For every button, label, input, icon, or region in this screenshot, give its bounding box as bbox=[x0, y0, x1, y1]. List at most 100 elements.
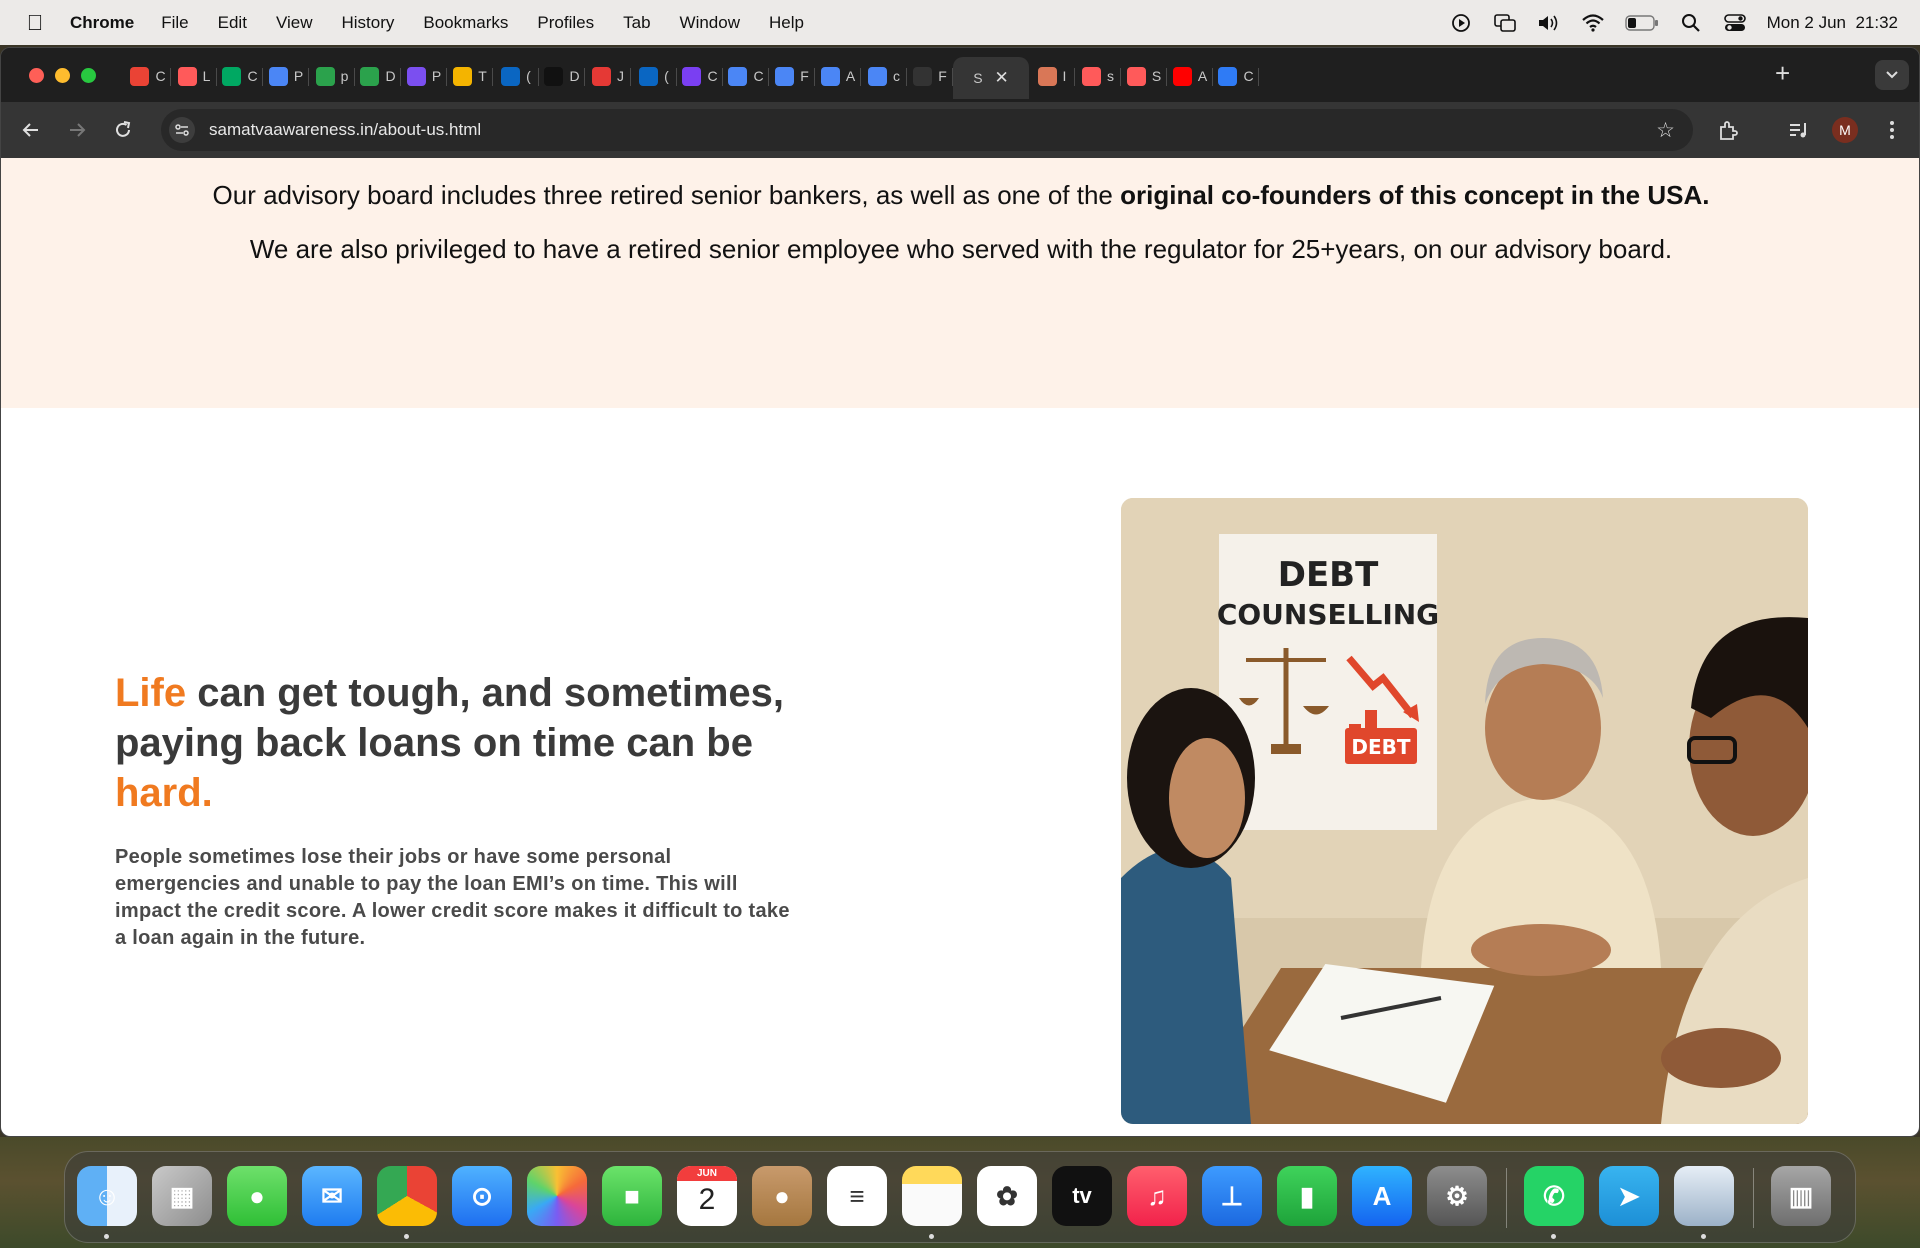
browser-tab[interactable]: J bbox=[585, 57, 631, 95]
browser-tab[interactable]: C bbox=[677, 57, 723, 95]
dock-running-indicator bbox=[929, 1234, 934, 1239]
music-icon[interactable]: ♫ bbox=[1127, 1166, 1187, 1226]
profile-avatar[interactable]: M bbox=[1832, 117, 1858, 143]
screen-mirroring-icon[interactable] bbox=[1493, 13, 1517, 33]
dock: ☺ ▦ ● ✉ ⊙ ■ JUN 2 ● ≡ ✿ tv ♫ ⊥ ▮ A ⚙ ✆ ➤ ▥ bbox=[64, 1151, 1856, 1243]
tab-title: C bbox=[753, 68, 764, 84]
poster-title-line2: COUNSELLING bbox=[1217, 598, 1439, 631]
close-tab-icon[interactable]: ✕ bbox=[995, 68, 1009, 88]
minimize-window-button[interactable] bbox=[55, 68, 70, 83]
close-window-button[interactable] bbox=[29, 68, 44, 83]
app-store-icon[interactable]: A bbox=[1352, 1166, 1412, 1226]
spotlight-search-icon[interactable] bbox=[1679, 13, 1703, 33]
messages-icon[interactable]: ● bbox=[227, 1166, 287, 1226]
media-control-icon[interactable] bbox=[1785, 117, 1811, 143]
browser-tab[interactable]: L bbox=[171, 57, 217, 95]
menubar-clock[interactable]: Mon 2 Jun 21:32 bbox=[1767, 13, 1898, 33]
chatgpt-icon[interactable]: ✿ bbox=[977, 1166, 1037, 1226]
site-info-icon[interactable] bbox=[169, 117, 195, 143]
slack-like-icon bbox=[682, 66, 702, 86]
browser-tab[interactable]: F bbox=[769, 57, 815, 95]
menu-profiles[interactable]: Profiles bbox=[537, 13, 594, 33]
menu-view[interactable]: View bbox=[276, 13, 313, 33]
browser-tab[interactable]: I bbox=[1029, 57, 1075, 95]
browser-tab[interactable]: ( bbox=[493, 57, 539, 95]
browser-tab[interactable]: P bbox=[263, 57, 309, 95]
chrome-icon[interactable] bbox=[377, 1166, 437, 1226]
browser-tab[interactable]: A bbox=[815, 57, 861, 95]
reload-button[interactable] bbox=[109, 116, 137, 144]
bookmark-star-icon[interactable]: ☆ bbox=[1656, 118, 1675, 143]
forward-button[interactable] bbox=[63, 116, 91, 144]
dock-running-indicator bbox=[1701, 1234, 1706, 1239]
menu-bookmarks[interactable]: Bookmarks bbox=[423, 13, 508, 33]
system-settings-icon[interactable]: ⚙ bbox=[1427, 1166, 1487, 1226]
advisory-paragraph-2: We are also privileged to have a retired… bbox=[249, 234, 1673, 264]
shape-logo-icon bbox=[1126, 66, 1146, 86]
telegram-icon[interactable]: ➤ bbox=[1599, 1166, 1659, 1226]
browser-tab[interactable]: ( bbox=[631, 57, 677, 95]
google-slides-icon bbox=[453, 66, 473, 86]
browser-tab[interactable]: P bbox=[401, 57, 447, 95]
notes-icon[interactable] bbox=[902, 1166, 962, 1226]
reminders-icon[interactable]: ≡ bbox=[827, 1166, 887, 1226]
browser-tab[interactable]: C bbox=[217, 57, 263, 95]
arrow-logo-icon bbox=[406, 66, 426, 86]
browser-tab[interactable]: p bbox=[309, 57, 355, 95]
google-docs-icon bbox=[775, 66, 795, 86]
battery-icon[interactable] bbox=[1624, 13, 1659, 33]
finder-icon[interactable]: ☺ bbox=[77, 1166, 137, 1226]
contacts-icon[interactable]: ● bbox=[752, 1166, 812, 1226]
menu-app-name[interactable]: Chrome bbox=[70, 13, 134, 33]
numbers-icon[interactable]: ▮ bbox=[1277, 1166, 1337, 1226]
extensions-icon[interactable] bbox=[1715, 117, 1741, 143]
volume-icon[interactable] bbox=[1537, 13, 1561, 33]
browser-tab[interactable]: S ✕ bbox=[953, 57, 1029, 99]
browser-tab[interactable]: T bbox=[447, 57, 493, 95]
arrow-right-icon bbox=[70, 123, 86, 137]
browser-tab[interactable]: C bbox=[1213, 57, 1259, 95]
browser-tab[interactable]: c bbox=[861, 57, 907, 95]
preview-icon[interactable] bbox=[1674, 1166, 1734, 1226]
tab-title: S bbox=[1151, 68, 1162, 84]
screen-recording-icon[interactable] bbox=[1449, 13, 1473, 33]
poster-debt-badge: DEBT bbox=[1351, 735, 1411, 759]
hero-paragraph: People sometimes lose their jobs or have… bbox=[115, 846, 790, 949]
browser-menu-icon[interactable] bbox=[1879, 117, 1905, 143]
new-tab-button[interactable]: + bbox=[1775, 60, 1790, 86]
facetime-icon[interactable]: ■ bbox=[602, 1166, 662, 1226]
tab-title: J bbox=[617, 68, 624, 84]
browser-tab[interactable]: C bbox=[723, 57, 769, 95]
menu-window[interactable]: Window bbox=[680, 13, 740, 33]
wifi-icon[interactable] bbox=[1581, 13, 1605, 33]
browser-tab[interactable]: C bbox=[125, 57, 171, 95]
zoom-window-button[interactable] bbox=[81, 68, 96, 83]
menu-help[interactable]: Help bbox=[769, 13, 804, 33]
url-text[interactable]: samatvaawareness.in/about-us.html bbox=[209, 120, 481, 140]
launchpad-icon[interactable]: ▦ bbox=[152, 1166, 212, 1226]
menu-edit[interactable]: Edit bbox=[218, 13, 247, 33]
whatsapp-icon[interactable]: ✆ bbox=[1524, 1166, 1584, 1226]
trash-icon[interactable]: ▥ bbox=[1771, 1166, 1831, 1226]
browser-tab[interactable]: S bbox=[1121, 57, 1167, 95]
address-bar[interactable]: samatvaawareness.in/about-us.html ☆ bbox=[161, 109, 1693, 151]
tab-title: C bbox=[707, 68, 718, 84]
menu-tab[interactable]: Tab bbox=[623, 13, 650, 33]
apple-tv-icon[interactable]: tv bbox=[1052, 1166, 1112, 1226]
control-center-icon[interactable] bbox=[1723, 13, 1747, 33]
browser-tab[interactable]: s bbox=[1075, 57, 1121, 95]
photos-icon[interactable] bbox=[527, 1166, 587, 1226]
browser-tab[interactable]: F bbox=[907, 57, 953, 95]
menu-file[interactable]: File bbox=[161, 13, 188, 33]
apple-menu-icon[interactable]:  bbox=[0, 10, 70, 36]
tab-search-button[interactable] bbox=[1875, 60, 1909, 90]
safari-icon[interactable]: ⊙ bbox=[452, 1166, 512, 1226]
back-button[interactable] bbox=[17, 116, 45, 144]
keynote-icon[interactable]: ⊥ bbox=[1202, 1166, 1262, 1226]
calendar-icon[interactable]: JUN 2 bbox=[677, 1166, 737, 1226]
browser-tab[interactable]: D bbox=[539, 57, 585, 95]
mail-icon[interactable]: ✉ bbox=[302, 1166, 362, 1226]
browser-tab[interactable]: A bbox=[1167, 57, 1213, 95]
browser-tab[interactable]: D bbox=[355, 57, 401, 95]
menu-history[interactable]: History bbox=[341, 13, 394, 33]
